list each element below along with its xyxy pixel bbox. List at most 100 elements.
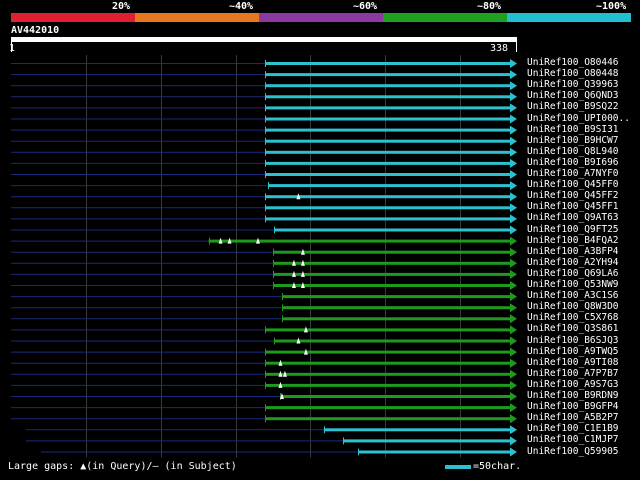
hit-label[interactable]: UniRef100_A7P7B7 bbox=[527, 368, 619, 379]
alignment-arrow-icon bbox=[510, 92, 517, 102]
hit-label[interactable]: UniRef100_B9GFP4 bbox=[527, 401, 619, 412]
alignment-arrow-icon bbox=[510, 214, 517, 224]
alignment-bar bbox=[265, 84, 511, 88]
hit-label[interactable]: UniRef100_C5X768 bbox=[527, 312, 619, 323]
alignment-arrow-icon bbox=[510, 170, 517, 179]
alignment-arrow-icon bbox=[510, 181, 517, 191]
hit-label[interactable]: UniRef100_Q9FT25 bbox=[527, 224, 619, 235]
hit-label[interactable]: UniRef100_B9SI31 bbox=[527, 124, 619, 135]
alignment-bar bbox=[265, 161, 511, 165]
hit-label[interactable]: UniRef100_Q45FF0 bbox=[527, 179, 619, 190]
alignment-arrow-icon bbox=[510, 325, 517, 335]
hit-label[interactable]: UniRef100_UPI000.. bbox=[527, 113, 630, 124]
hit-label[interactable]: UniRef100_A3C1S6 bbox=[527, 290, 619, 301]
scale-legend: =50char. bbox=[445, 461, 521, 473]
hit-label[interactable]: UniRef100_O80448 bbox=[527, 68, 619, 79]
hit-label[interactable]: UniRef100_B9RDN9 bbox=[527, 390, 619, 401]
alignment-bar bbox=[265, 406, 511, 410]
alignment-bar bbox=[272, 284, 511, 287]
hit-label[interactable]: UniRef100_O80446 bbox=[527, 57, 619, 68]
alignment-arrow-icon bbox=[510, 247, 517, 257]
scale-label: =50char. bbox=[473, 461, 522, 472]
alignment-bar bbox=[281, 317, 511, 321]
hit-label[interactable]: UniRef100_B9SQ22 bbox=[527, 101, 619, 112]
hit-label[interactable]: UniRef100_A9TWQ5 bbox=[527, 346, 619, 357]
hit-row[interactable] bbox=[40, 447, 517, 457]
alignment-bar bbox=[265, 117, 511, 121]
alignment-arrow-icon bbox=[510, 70, 517, 80]
hit-label[interactable]: UniRef100_B9I696 bbox=[527, 157, 619, 168]
hit-label[interactable]: UniRef100_A5B2P7 bbox=[527, 412, 619, 423]
hit-row[interactable] bbox=[25, 436, 517, 446]
alignment-arrow-icon bbox=[510, 303, 517, 313]
hit-label[interactable]: UniRef100_C1E1B9 bbox=[527, 423, 619, 434]
alignment-arrow-icon bbox=[510, 114, 517, 124]
hit-label[interactable]: UniRef100_A7NYF0 bbox=[527, 168, 619, 179]
alignment-bar bbox=[265, 328, 511, 332]
hit-label[interactable]: UniRef100_A9S7G3 bbox=[527, 379, 619, 390]
hit-label[interactable]: UniRef100_A2YH94 bbox=[527, 257, 619, 268]
alignment-arrow-icon bbox=[510, 225, 517, 235]
hit-label[interactable]: UniRef100_Q59905 bbox=[527, 446, 619, 457]
alignment-arrow-icon bbox=[510, 369, 517, 379]
alignment-bar bbox=[272, 261, 511, 265]
alignment-bar bbox=[265, 150, 511, 154]
alignment-arrow-icon bbox=[510, 203, 517, 213]
hit-row[interactable] bbox=[25, 425, 517, 435]
hit-label[interactable]: UniRef100_B4FQA2 bbox=[527, 235, 619, 246]
hit-label[interactable]: UniRef100_Q39963 bbox=[527, 79, 619, 90]
hit-label[interactable]: UniRef100_Q3S861 bbox=[527, 323, 619, 334]
alignment-arrow-icon bbox=[510, 292, 517, 302]
hit-label[interactable]: UniRef100_Q69LA6 bbox=[527, 268, 619, 279]
hit-label[interactable]: UniRef100_Q9AT63 bbox=[527, 212, 619, 223]
scale-bar bbox=[445, 465, 471, 469]
alignment-bar bbox=[208, 239, 511, 243]
alignment-arrow-icon bbox=[510, 236, 517, 246]
alignment-bar bbox=[265, 195, 511, 199]
hit-label[interactable]: UniRef100_Q6QND3 bbox=[527, 90, 619, 101]
alignment-bar bbox=[265, 73, 511, 77]
hit-label[interactable]: UniRef100_Q45FF1 bbox=[527, 201, 619, 212]
alignment-bar bbox=[265, 217, 511, 221]
alignment-arrow-icon bbox=[510, 336, 517, 346]
alignment-arrow-icon bbox=[510, 436, 517, 446]
alignment-arrow-icon bbox=[510, 125, 517, 135]
gaps-legend: Large gaps: ▲(in Query)/– (in Subject) bbox=[8, 461, 237, 472]
alignment-bar bbox=[268, 184, 511, 188]
alignment-bar bbox=[265, 361, 511, 365]
hit-label[interactable]: UniRef100_Q8L940 bbox=[527, 146, 619, 157]
alignment-bar bbox=[265, 372, 511, 376]
hit-label[interactable]: UniRef100_C1MJP7 bbox=[527, 434, 619, 445]
alignment-arrow-icon bbox=[510, 447, 517, 457]
hit-label[interactable]: UniRef100_B6SJQ3 bbox=[527, 335, 619, 346]
hit-label[interactable]: UniRef100_Q45FF2 bbox=[527, 190, 619, 201]
hit-label-column: UniRef100_O80446 UniRef100_O80448 UniRef10… bbox=[527, 0, 640, 476]
alignment-arrow-icon bbox=[510, 403, 517, 413]
alignment-arrow-icon bbox=[510, 347, 517, 357]
alignment-arrow-icon bbox=[510, 380, 517, 390]
alignment-arrow-icon bbox=[510, 314, 517, 324]
hit-label[interactable]: UniRef100_B9HCW7 bbox=[527, 135, 619, 146]
alignment-bar bbox=[280, 395, 511, 398]
alignment-bar bbox=[265, 350, 511, 354]
alignment-arrow-icon bbox=[510, 59, 517, 68]
hit-label[interactable]: UniRef100_A9TI08 bbox=[527, 357, 619, 368]
alignment-bar bbox=[265, 417, 511, 421]
alignment-arrow-icon bbox=[510, 414, 517, 424]
alignment-bar bbox=[323, 428, 511, 432]
hit-label[interactable]: UniRef100_A3BFP4 bbox=[527, 246, 619, 257]
hit-label[interactable]: UniRef100_Q8W3D0 bbox=[527, 301, 619, 312]
alignment-arrow-icon bbox=[510, 192, 517, 202]
alignment-arrow-icon bbox=[510, 136, 517, 146]
alignment-bar bbox=[274, 228, 511, 232]
alignment-arrow-icon bbox=[510, 281, 517, 290]
alignment-bar bbox=[265, 106, 511, 110]
alignment-bar bbox=[274, 339, 511, 343]
hit-label[interactable]: UniRef100_Q53NW9 bbox=[527, 279, 619, 290]
alignment-arrow-icon bbox=[510, 147, 517, 157]
alignment-bar bbox=[343, 439, 511, 443]
alignment-bar bbox=[272, 250, 511, 254]
alignment-bar bbox=[265, 383, 511, 387]
alignment-arrow-icon bbox=[510, 258, 517, 268]
alignment-bar bbox=[265, 95, 511, 99]
